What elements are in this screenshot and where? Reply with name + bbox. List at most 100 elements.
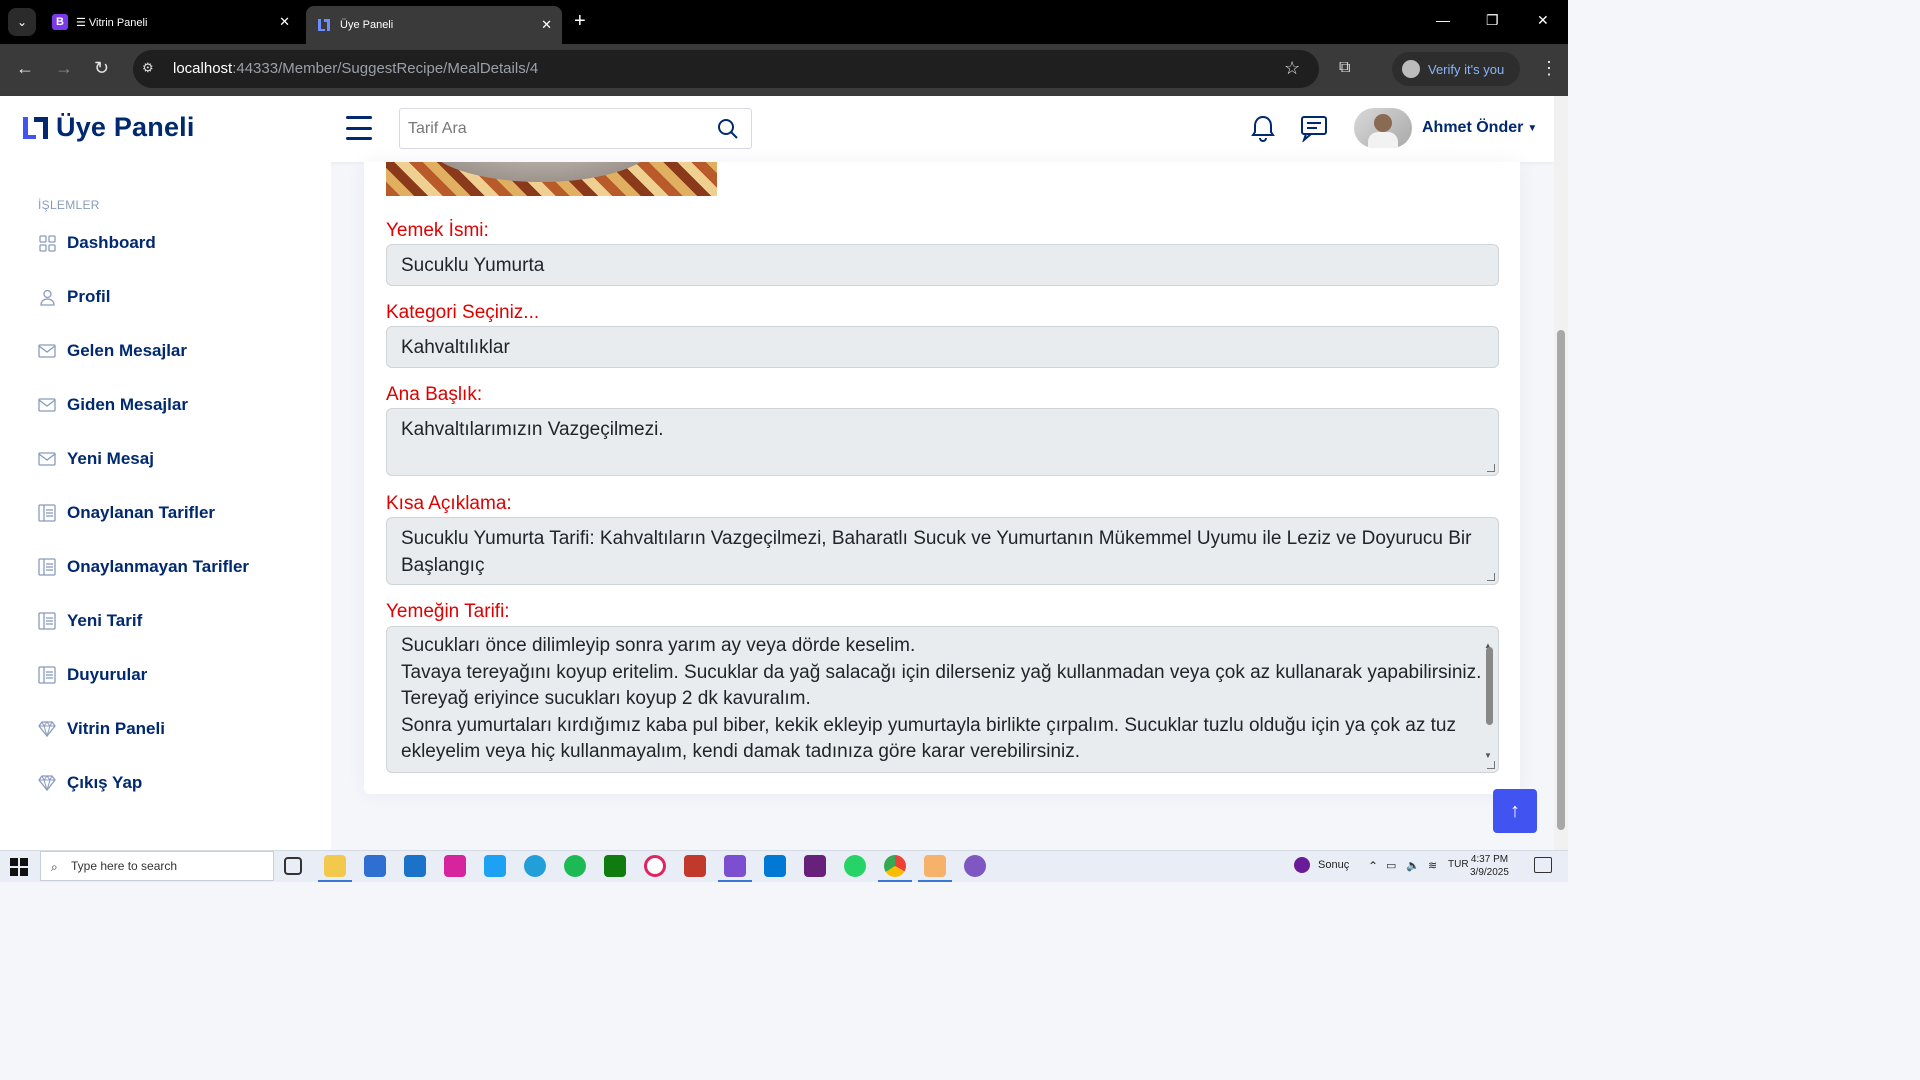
back-icon[interactable]: ← xyxy=(16,58,34,79)
outlook-icon[interactable] xyxy=(404,855,426,877)
page-scroll-thumb[interactable] xyxy=(1557,330,1565,830)
logo-icon xyxy=(23,116,48,139)
store-icon[interactable] xyxy=(364,855,386,877)
layout-text-icon xyxy=(38,666,56,684)
visual-studio-alt-icon[interactable] xyxy=(804,855,826,877)
resize-handle-icon[interactable] xyxy=(1487,464,1495,472)
weather-label[interactable]: Sonuç xyxy=(1318,859,1349,871)
logo-favicon-icon xyxy=(316,17,332,33)
profile-dropdown[interactable]: Ahmet Önder ▼ xyxy=(1354,108,1537,148)
sidebar-item-dashboard[interactable]: Dashboard xyxy=(38,231,156,255)
close-tab-icon[interactable]: ✕ xyxy=(541,17,552,33)
sidebar-item-profil[interactable]: Profil xyxy=(38,285,110,309)
title-label: Ana Başlık: xyxy=(386,384,483,405)
sidebar-item-yeni-mesaj[interactable]: Yeni Mesaj xyxy=(38,447,154,471)
recipe-textarea[interactable]: Sucukları önce dilimleyip sonra yarım ay… xyxy=(386,626,1499,773)
category-select[interactable]: Kahvaltılıklar xyxy=(386,326,1499,368)
sidebar-item-onaylanmayan-tarifler[interactable]: Onaylanmayan Tarifler xyxy=(38,555,249,579)
short-description-label: Kısa Açıklama: xyxy=(386,493,512,514)
weather-icon[interactable] xyxy=(1294,857,1310,873)
bookmark-star-icon[interactable]: ☆ xyxy=(1284,58,1300,79)
meal-image xyxy=(386,162,717,196)
gem-icon xyxy=(38,774,56,792)
opera-icon[interactable] xyxy=(644,855,666,877)
clock[interactable]: 4:37 PM 3/9/2025 xyxy=(1470,853,1509,879)
brand-logo[interactable]: Üye Paneli xyxy=(22,112,195,143)
meal-name-label: Yemek İsmi: xyxy=(386,220,489,241)
wifi-icon[interactable]: ≋ xyxy=(1428,859,1437,872)
paint-icon[interactable] xyxy=(918,855,952,882)
sidebar-item-duyurular[interactable]: Duyurular xyxy=(38,663,147,687)
sidebar-item-giden-mesajlar[interactable]: Giden Mesajlar xyxy=(38,393,188,417)
person-icon xyxy=(38,288,56,306)
forward-icon[interactable]: → xyxy=(55,58,73,79)
short-description-textarea[interactable]: Sucuklu Yumurta Tarifi: Kahvaltıların Va… xyxy=(386,517,1499,585)
notification-icon[interactable] xyxy=(1534,857,1552,873)
title-textarea[interactable]: Kahvaltılarımızın Vazgeçilmezi. xyxy=(386,408,1499,476)
textarea-scrollbar[interactable]: ▲ ▼ xyxy=(1484,633,1494,760)
bootstrap-favicon-icon: B xyxy=(52,14,68,30)
tray-chevron-icon[interactable]: ⌃ xyxy=(1368,859,1378,873)
bell-icon[interactable] xyxy=(1249,114,1277,142)
file-explorer-icon[interactable] xyxy=(318,855,352,882)
volume-icon[interactable]: 🔈 xyxy=(1406,859,1420,872)
twitter-icon[interactable] xyxy=(484,855,506,877)
tab-title: Üye Paneli xyxy=(340,19,394,31)
battery-icon[interactable]: ▭ xyxy=(1386,859,1396,872)
spotify-icon[interactable] xyxy=(564,855,586,877)
new-tab-icon[interactable]: + xyxy=(574,10,586,33)
search-form xyxy=(399,108,752,149)
toggle-sidebar-icon[interactable] xyxy=(346,116,372,140)
instagram-icon[interactable] xyxy=(444,855,466,877)
reload-icon[interactable]: ↻ xyxy=(94,58,109,79)
app-icon[interactable] xyxy=(684,855,706,877)
minimize-icon[interactable]: — xyxy=(1436,12,1450,28)
close-window-icon[interactable]: ✕ xyxy=(1537,12,1549,29)
search-icon[interactable] xyxy=(717,118,739,140)
category-label: Kategori Seçiniz... xyxy=(386,302,540,323)
gem-icon xyxy=(38,720,56,738)
taskbar-search-input[interactable]: ⌕ Type here to search xyxy=(40,851,274,881)
verify-button[interactable]: Verify it's you xyxy=(1392,52,1520,86)
scroll-thumb[interactable] xyxy=(1486,647,1493,725)
browser-tab-uye-paneli[interactable]: Üye Paneli ✕ xyxy=(306,6,562,44)
meal-name-field[interactable]: Sucuklu Yumurta xyxy=(386,244,1499,286)
app-alt-icon[interactable] xyxy=(964,855,986,877)
restore-icon[interactable]: ❐ xyxy=(1486,12,1499,29)
caret-down-icon: ▼ xyxy=(1527,122,1538,134)
search-input[interactable] xyxy=(408,109,708,148)
task-view-icon[interactable] xyxy=(284,857,302,875)
xbox-icon[interactable] xyxy=(604,855,626,877)
account-avatar-icon xyxy=(1402,60,1420,78)
sidebar-item-onaylanan-tarifler[interactable]: Onaylanan Tarifler xyxy=(38,501,215,525)
vscode-icon[interactable] xyxy=(764,855,786,877)
envelope-icon xyxy=(38,450,56,468)
url-text[interactable]: localhost:44333/Member/SuggestRecipe/Mea… xyxy=(173,60,538,77)
extensions-icon[interactable]: ⧉ xyxy=(1339,59,1350,77)
close-tab-icon[interactable]: ✕ xyxy=(279,14,290,30)
envelope-icon xyxy=(38,342,56,360)
resize-handle-icon[interactable] xyxy=(1487,761,1495,769)
windows-start-icon[interactable] xyxy=(10,858,28,876)
sidebar-item-yeni-tarif[interactable]: Yeni Tarif xyxy=(38,609,142,633)
back-to-top-button[interactable]: ↑ xyxy=(1493,789,1537,833)
envelope-icon xyxy=(38,396,56,414)
sidebar-heading: İŞLEMLER xyxy=(38,198,100,212)
search-icon: ⌕ xyxy=(51,860,58,874)
whatsapp-icon[interactable] xyxy=(844,855,866,877)
site-settings-icon[interactable]: ⚙ xyxy=(142,60,158,76)
browser-tab-vitrin[interactable]: B ☰ Vitrin Paneli ✕ xyxy=(42,6,300,38)
recipe-label: Yemeğin Tarifi: xyxy=(386,601,510,622)
language-indicator[interactable]: TUR xyxy=(1448,859,1469,870)
telegram-icon[interactable] xyxy=(524,855,546,877)
sidebar-item-cikis-yap[interactable]: Çıkış Yap xyxy=(38,771,142,795)
page-scrollbar[interactable] xyxy=(1554,96,1568,850)
browser-menu-icon[interactable]: ⋮ xyxy=(1540,58,1558,79)
sidebar-item-gelen-mesajlar[interactable]: Gelen Mesajlar xyxy=(38,339,187,363)
tab-search-button[interactable]: ⌄ xyxy=(8,8,36,36)
sidebar-item-vitrin-paneli[interactable]: Vitrin Paneli xyxy=(38,717,165,741)
resize-handle-icon[interactable] xyxy=(1487,573,1495,581)
chat-icon[interactable] xyxy=(1300,114,1328,142)
chrome-icon[interactable] xyxy=(878,855,912,882)
visual-studio-icon[interactable] xyxy=(718,855,752,882)
